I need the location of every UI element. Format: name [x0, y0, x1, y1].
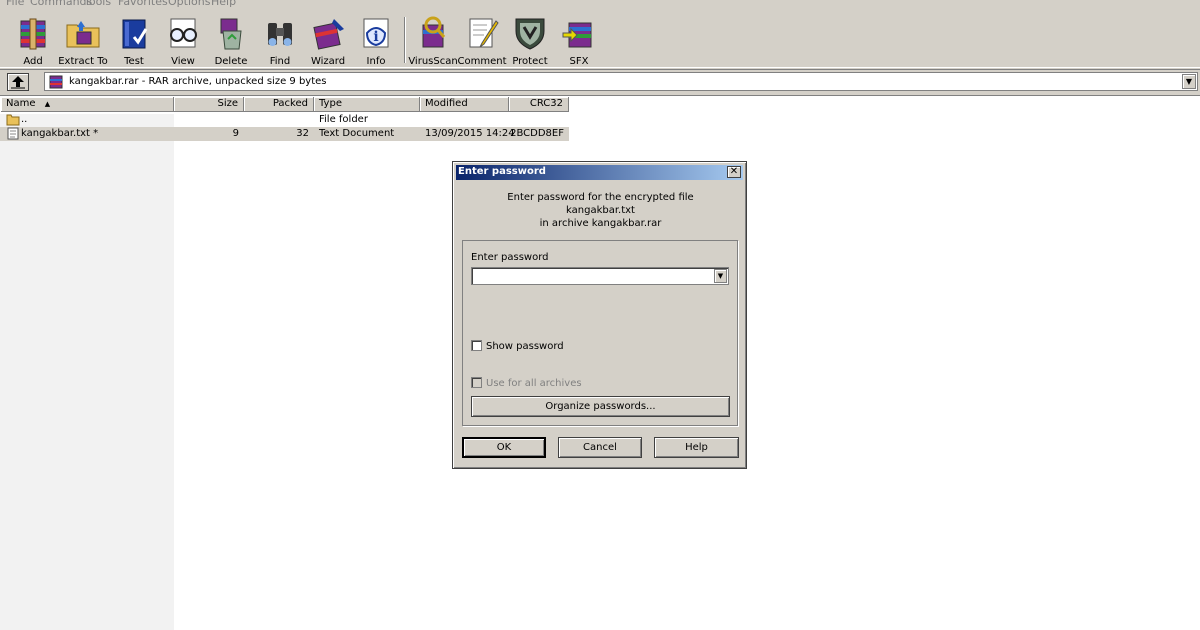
file-crc: 2BCDD8EF	[510, 128, 564, 139]
dialog-title-bar: Enter password ✕	[456, 165, 743, 180]
column-header-packed[interactable]: Packed	[244, 97, 314, 112]
menu-bar: File Commands Tools Favorites Options He…	[0, 0, 1200, 9]
use-for-all-label: Use for all archives	[486, 378, 582, 389]
password-dialog: Enter password ✕ Enter password for the …	[452, 161, 747, 469]
sfx-archive-icon	[562, 22, 592, 48]
delete-recycle-icon	[220, 18, 242, 50]
svg-text:i: i	[373, 29, 378, 45]
virus-scan-icon	[422, 16, 446, 48]
archive-add-icon	[20, 18, 46, 50]
file-name: kangakbar.txt *	[21, 128, 99, 139]
test-book-icon	[122, 19, 148, 49]
address-text: kangakbar.rar - RAR archive, unpacked si…	[69, 76, 327, 87]
password-group: Enter password ▼ Show password Use for a…	[462, 240, 738, 426]
sort-ascending-icon: ▲	[44, 100, 51, 108]
info-button[interactable]: i Info	[351, 15, 401, 67]
up-folder-button[interactable]	[7, 73, 29, 91]
file-type: File folder	[319, 114, 368, 125]
show-password-checkbox[interactable]: Show password	[471, 340, 564, 352]
wizard-icon	[313, 19, 344, 50]
file-packed: 32	[296, 128, 309, 139]
up-arrow-icon	[11, 76, 25, 89]
column-header-modified[interactable]: Modified	[420, 97, 509, 112]
close-icon: ✕	[729, 166, 739, 177]
sfx-label: SFX	[569, 56, 589, 67]
extract-folder-icon	[66, 21, 100, 48]
comment-pen-icon	[469, 18, 499, 48]
file-name: ..	[21, 114, 28, 125]
checkbox-box	[471, 377, 482, 388]
help-button[interactable]: Help	[654, 437, 739, 458]
column-header-crc[interactable]: CRC32	[509, 97, 569, 112]
text-file-icon	[7, 127, 19, 140]
menu-help[interactable]: Help	[211, 0, 236, 8]
password-label: Enter password	[471, 252, 549, 263]
cancel-button[interactable]: Cancel	[558, 437, 642, 458]
toolbar: Add Extract To Test View Delete Find Wiz…	[0, 9, 1200, 68]
column-header-name[interactable]: Name ▲	[1, 97, 174, 112]
dialog-title: Enter password	[458, 166, 546, 177]
menu-favorites[interactable]: Favorites	[118, 0, 168, 8]
dialog-message-archive: in archive kangakbar.rar	[539, 218, 662, 229]
menu-file[interactable]: File	[6, 0, 24, 8]
menu-tools[interactable]: Tools	[84, 0, 111, 8]
file-modified: 13/09/2015 14:24	[425, 128, 515, 139]
menu-commands[interactable]: Commands	[30, 0, 92, 8]
folder-icon	[6, 114, 20, 126]
address-dropdown-button[interactable]: ▼	[1182, 74, 1196, 89]
column-name-label: Name	[6, 98, 36, 109]
find-binoculars-icon	[268, 23, 292, 46]
list-left-shade	[0, 114, 174, 630]
address-field[interactable]: kangakbar.rar - RAR archive, unpacked si…	[44, 72, 1198, 91]
organize-passwords-button[interactable]: Organize passwords...	[471, 396, 730, 417]
column-header-type[interactable]: Type	[314, 97, 420, 112]
dialog-message-filename: kangakbar.txt	[566, 205, 635, 216]
sfx-button[interactable]: SFX	[554, 15, 604, 67]
password-input[interactable]: ▼	[471, 267, 729, 285]
file-type: Text Document	[319, 128, 395, 139]
address-bar: kangakbar.rar - RAR archive, unpacked si…	[0, 69, 1200, 93]
menu-options[interactable]: Options	[168, 0, 210, 8]
chevron-down-icon: ▼	[717, 272, 724, 280]
dialog-message-line1: Enter password for the encrypted file	[507, 192, 694, 203]
file-size: 9	[232, 128, 239, 139]
password-dropdown-button[interactable]: ▼	[714, 269, 727, 283]
checkbox-box	[471, 340, 482, 351]
show-password-label: Show password	[486, 341, 564, 352]
rar-archive-icon	[49, 75, 63, 89]
chevron-down-icon: ▼	[1185, 77, 1193, 86]
column-header-size[interactable]: Size	[174, 97, 244, 112]
ok-button[interactable]: OK	[462, 437, 546, 458]
protect-shield-icon	[515, 18, 545, 50]
info-icon: i	[363, 18, 389, 48]
close-button[interactable]: ✕	[727, 166, 741, 178]
table-row[interactable]: .. File folder	[0, 113, 569, 127]
use-for-all-archives-checkbox: Use for all archives	[471, 377, 582, 389]
table-row[interactable]: kangakbar.txt * 9 32 Text Document 13/09…	[0, 127, 569, 141]
view-glasses-icon	[170, 18, 197, 48]
